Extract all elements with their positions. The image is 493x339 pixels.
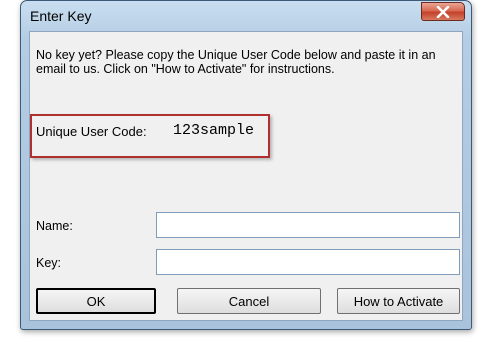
ok-button[interactable]: OK bbox=[36, 288, 156, 314]
key-label: Key: bbox=[36, 256, 62, 270]
how-to-activate-button[interactable]: How to Activate bbox=[337, 288, 460, 314]
enter-key-dialog: Enter Key No key yet? Please copy the Un… bbox=[20, 0, 472, 330]
user-code-value: 123sample bbox=[173, 122, 255, 139]
key-input[interactable] bbox=[156, 249, 460, 275]
instructions-text: No key yet? Please copy the Unique User … bbox=[36, 48, 436, 76]
name-input[interactable] bbox=[156, 212, 460, 238]
close-button[interactable] bbox=[421, 2, 465, 21]
user-code-label: Unique User Code: bbox=[36, 124, 147, 139]
cancel-button[interactable]: Cancel bbox=[177, 288, 321, 314]
close-icon bbox=[436, 5, 450, 18]
dialog-content: No key yet? Please copy the Unique User … bbox=[29, 31, 463, 321]
dialog-title: Enter Key bbox=[30, 8, 92, 24]
name-label: Name: bbox=[36, 219, 73, 233]
